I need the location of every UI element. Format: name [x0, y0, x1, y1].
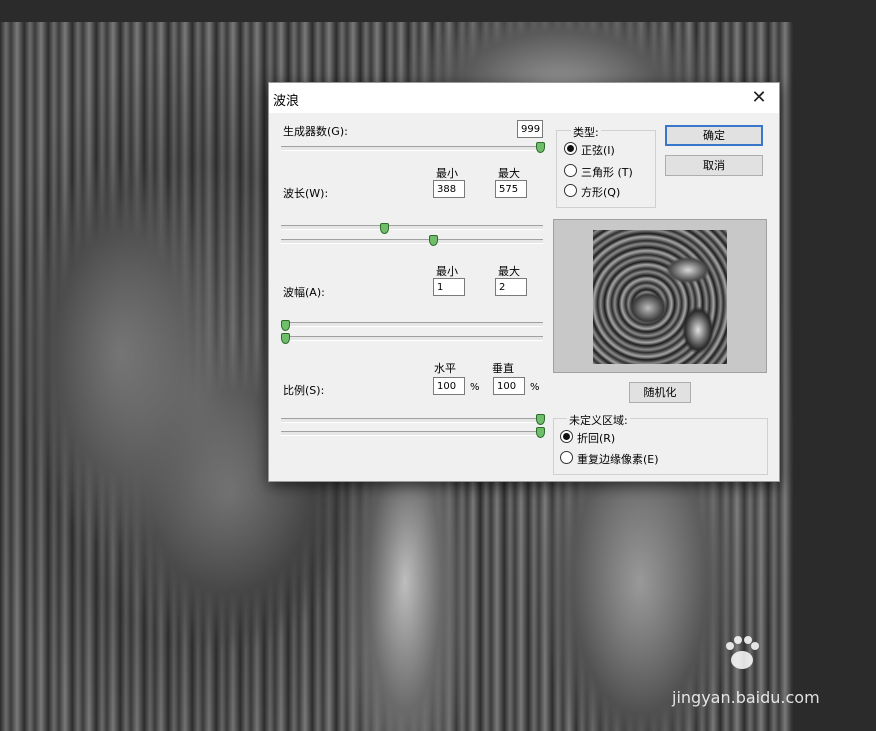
repeat-edge-pixels-radio[interactable] [560, 451, 573, 464]
type-square-label[interactable]: 方形(Q) [581, 184, 620, 200]
scale-vertical-slider-thumb[interactable] [536, 427, 545, 438]
scale-vertical-percent: % [530, 382, 540, 393]
wave-filter-dialog: 波浪 ✕ 生成器数(G): 999 最小 最大 波长(W): 388 575 最… [268, 82, 780, 482]
ok-button[interactable]: 确定 [665, 125, 763, 146]
generators-label: 生成器数(G): [283, 125, 348, 138]
wavelength-label: 波长(W): [283, 187, 329, 200]
generators-slider-track[interactable] [281, 146, 543, 151]
amplitude-max-slider-track[interactable] [281, 336, 543, 341]
amplitude-label: 波幅(A): [283, 286, 325, 299]
amplitude-min-header: 最小 [436, 265, 458, 278]
wave-preview-image [593, 230, 727, 364]
generators-input[interactable]: 999 [517, 120, 543, 138]
wavelength-max-slider-track[interactable] [281, 239, 543, 244]
wrap-around-label[interactable]: 折回(R) [577, 430, 615, 446]
scale-vertical-header: 垂直 [492, 362, 514, 375]
wrap-around-radio[interactable] [560, 430, 573, 443]
cancel-button[interactable]: 取消 [665, 155, 763, 176]
amplitude-min-slider-thumb[interactable] [281, 320, 290, 331]
wavelength-min-input[interactable]: 388 [433, 180, 465, 198]
amplitude-min-slider-track[interactable] [281, 322, 543, 327]
amplitude-min-input[interactable]: 1 [433, 278, 465, 296]
scale-label: 比例(S): [283, 384, 325, 397]
dialog-titlebar[interactable]: 波浪 ✕ [269, 83, 779, 113]
generators-slider-thumb[interactable] [536, 142, 545, 153]
scale-vertical-slider-track[interactable] [281, 431, 543, 436]
scale-horizontal-input[interactable]: 100 [433, 377, 465, 395]
type-sine-label[interactable]: 正弦(I) [581, 142, 615, 158]
watermark-url: jingyan.baidu.com [672, 688, 820, 707]
undefined-area-group-title: 未定义区域: [567, 412, 630, 428]
wavelength-min-slider-thumb[interactable] [380, 223, 390, 234]
wavelength-min-slider-track[interactable] [281, 225, 543, 230]
dialog-title: 波浪 [273, 94, 300, 109]
amplitude-max-slider-thumb[interactable] [281, 333, 290, 344]
preview-frame [553, 219, 767, 373]
scale-horizontal-slider-thumb[interactable] [536, 414, 545, 425]
type-triangle-radio[interactable] [564, 164, 577, 177]
type-group-title: 类型: [571, 124, 601, 140]
amplitude-max-header: 最大 [498, 265, 520, 278]
type-square-radio[interactable] [564, 184, 577, 197]
scale-horizontal-header: 水平 [434, 362, 456, 375]
paw-icon [726, 636, 759, 669]
scale-horizontal-percent: % [470, 382, 480, 393]
type-triangle-label[interactable]: 三角形 (T) [581, 164, 633, 180]
close-icon[interactable]: ✕ [749, 88, 769, 108]
scale-vertical-input[interactable]: 100 [493, 377, 525, 395]
type-sine-radio[interactable] [564, 142, 577, 155]
wavelength-max-slider-thumb[interactable] [428, 235, 438, 246]
wavelength-max-input[interactable]: 575 [495, 180, 527, 198]
scale-horizontal-slider-track[interactable] [281, 418, 543, 423]
amplitude-max-input[interactable]: 2 [495, 278, 527, 296]
randomize-button[interactable]: 随机化 [629, 382, 691, 403]
wavelength-max-header: 最大 [498, 167, 520, 180]
repeat-edge-pixels-label[interactable]: 重复边缘像素(E) [577, 451, 659, 467]
wavelength-min-header: 最小 [436, 167, 458, 180]
